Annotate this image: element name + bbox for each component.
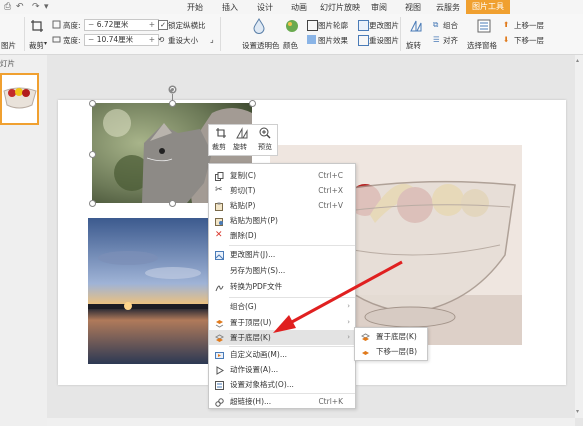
annotation-arrow (273, 260, 403, 333)
vertical-scrollbar[interactable] (575, 55, 583, 418)
horizontal-scrollbar[interactable] (47, 418, 575, 426)
scroll-down-icon[interactable]: ▾ (576, 408, 579, 415)
scroll-up-icon[interactable]: ▴ (576, 57, 579, 64)
